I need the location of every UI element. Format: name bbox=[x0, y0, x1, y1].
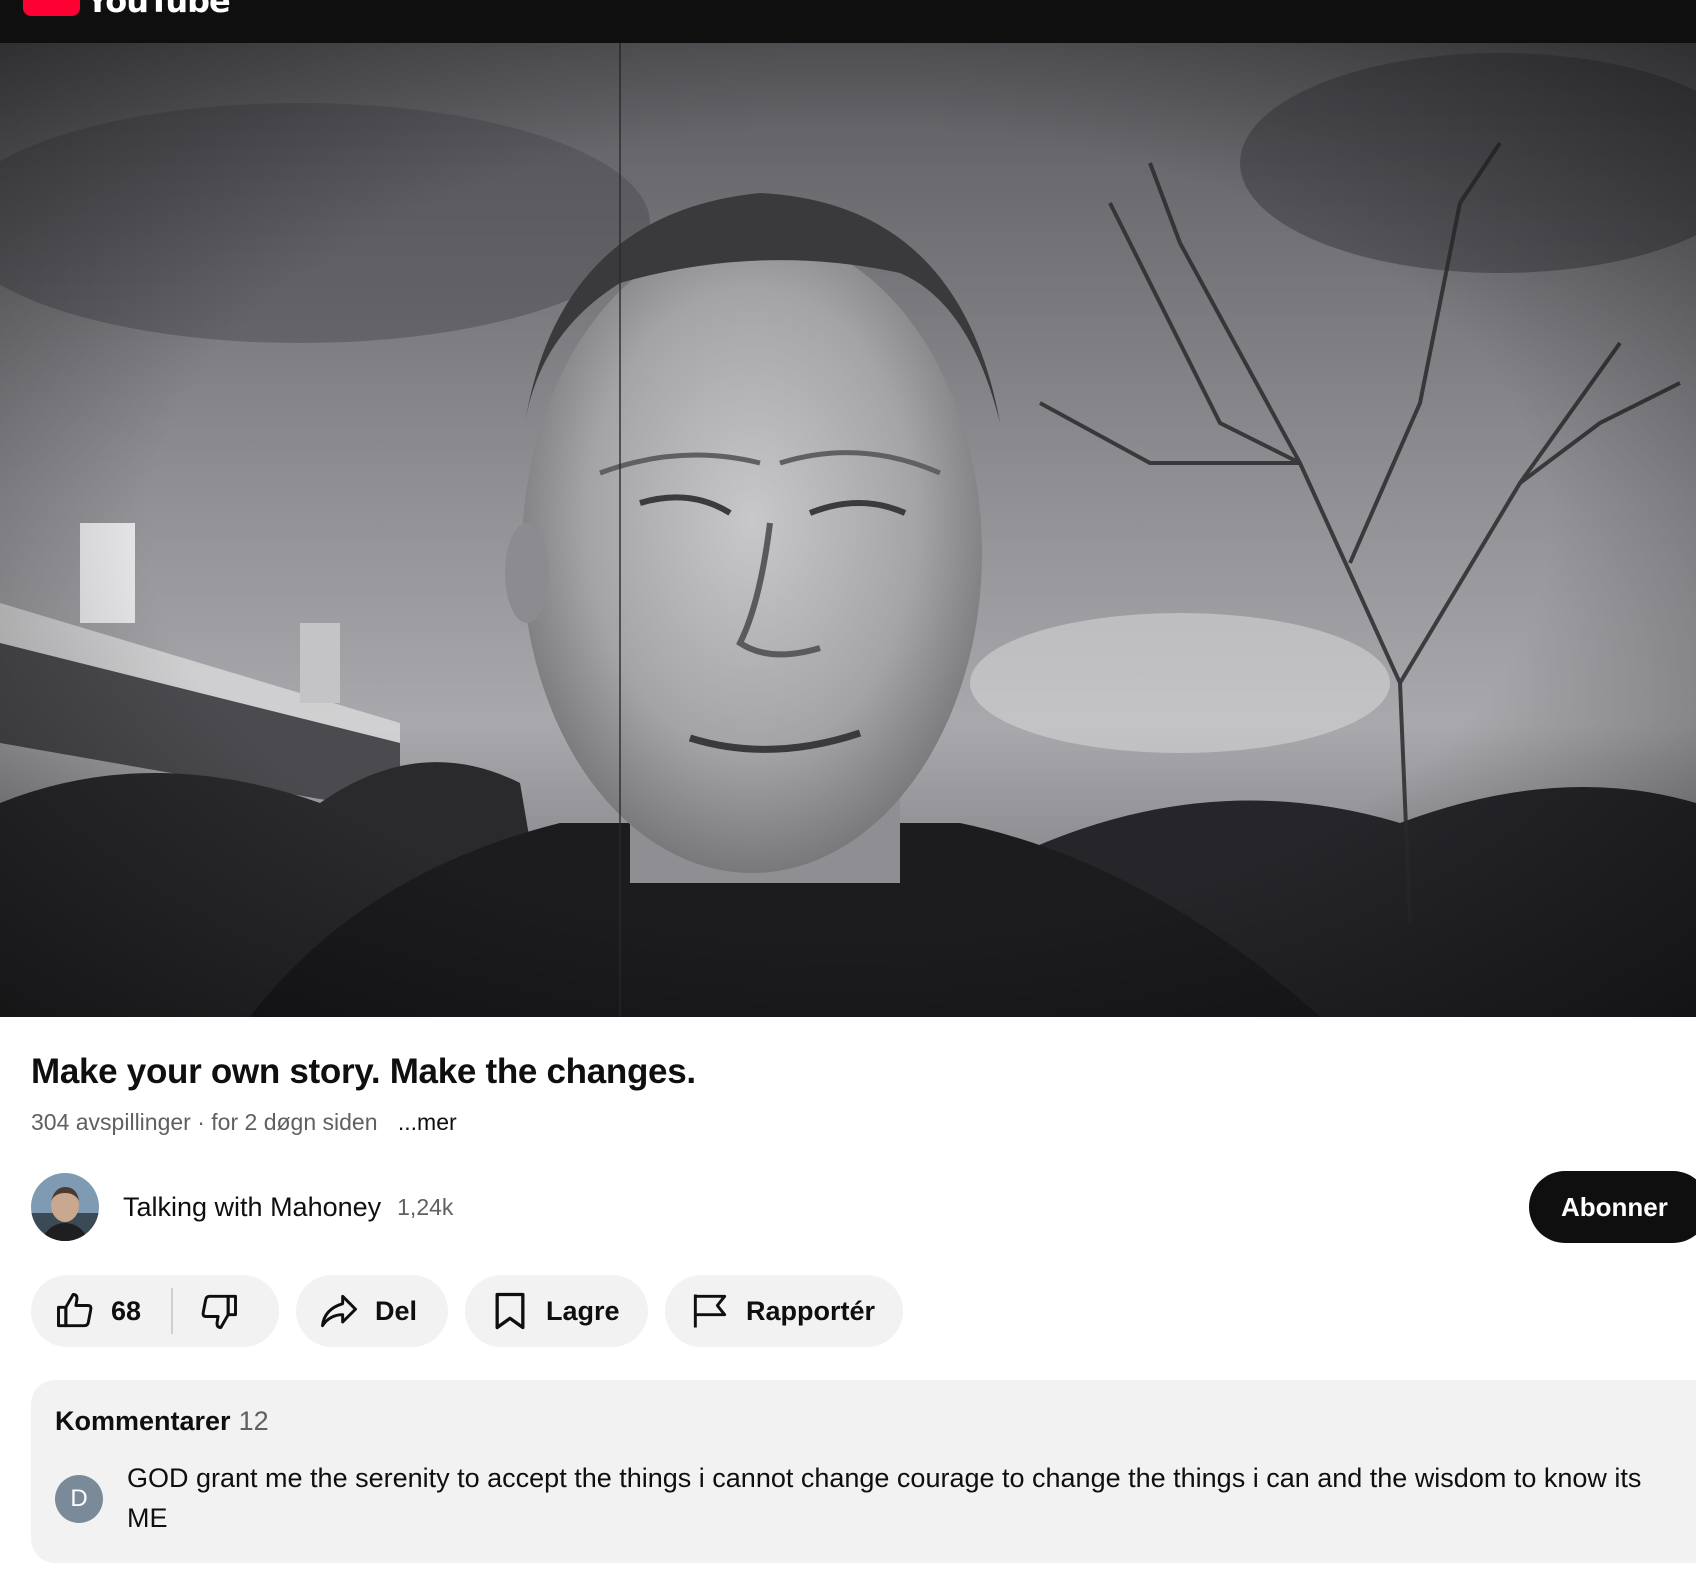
save-button[interactable]: Lagre bbox=[465, 1275, 648, 1347]
save-icon bbox=[495, 1292, 525, 1330]
share-icon bbox=[321, 1294, 357, 1328]
channel-avatar[interactable] bbox=[31, 1173, 99, 1241]
meta-separator: · bbox=[197, 1109, 205, 1135]
subscriber-count: 1,24k bbox=[397, 1193, 454, 1220]
video-title: Make your own story. Make the changes. bbox=[31, 1052, 696, 1091]
comments-count: 12 bbox=[238, 1406, 269, 1436]
view-count: 304 avspillinger bbox=[31, 1109, 191, 1135]
share-button[interactable]: Del bbox=[296, 1275, 448, 1347]
dislike-button[interactable] bbox=[197, 1289, 241, 1333]
youtube-wordmark: YouTube bbox=[86, 0, 231, 20]
channel-name[interactable]: Talking with Mahoney bbox=[123, 1192, 381, 1223]
description-more-link[interactable]: ...mer bbox=[398, 1109, 457, 1135]
report-button[interactable]: Rapportér bbox=[665, 1275, 903, 1347]
like-button[interactable]: 68 bbox=[53, 1289, 141, 1333]
report-label: Rapportér bbox=[746, 1295, 876, 1326]
share-label: Del bbox=[375, 1295, 418, 1326]
dislike-icon bbox=[201, 1294, 238, 1329]
comments-header: Kommentarer 12 bbox=[55, 1406, 269, 1437]
video-player[interactable] bbox=[0, 43, 1696, 1017]
subscribe-button[interactable]: Abonner bbox=[1529, 1171, 1696, 1243]
action-bar: 68 Del Lagre Rapportér bbox=[31, 1275, 903, 1347]
top-bar: YouTube bbox=[0, 0, 1696, 43]
like-count: 68 bbox=[111, 1295, 142, 1326]
channel-row: Talking with Mahoney 1,24k bbox=[31, 1173, 453, 1241]
comment-avatar: D bbox=[55, 1475, 103, 1523]
like-divider bbox=[171, 1288, 174, 1334]
report-icon bbox=[693, 1294, 727, 1328]
upload-age: for 2 døgn siden bbox=[211, 1109, 378, 1135]
comments-panel[interactable]: Kommentarer 12 D GOD grant me the serenit… bbox=[31, 1380, 1696, 1563]
comments-label: Kommentarer bbox=[55, 1406, 231, 1436]
like-icon bbox=[57, 1293, 93, 1328]
like-dislike-group: 68 bbox=[31, 1275, 279, 1347]
video-frame bbox=[0, 43, 1696, 1017]
save-label: Lagre bbox=[546, 1295, 620, 1326]
video-meta[interactable]: 304 avspillinger · for 2 døgn siden ...m… bbox=[31, 1109, 457, 1136]
youtube-logo[interactable]: YouTube bbox=[23, 0, 231, 20]
comment-text: GOD grant me the serenity to accept the … bbox=[127, 1463, 1642, 1533]
youtube-logo-icon bbox=[23, 0, 80, 16]
